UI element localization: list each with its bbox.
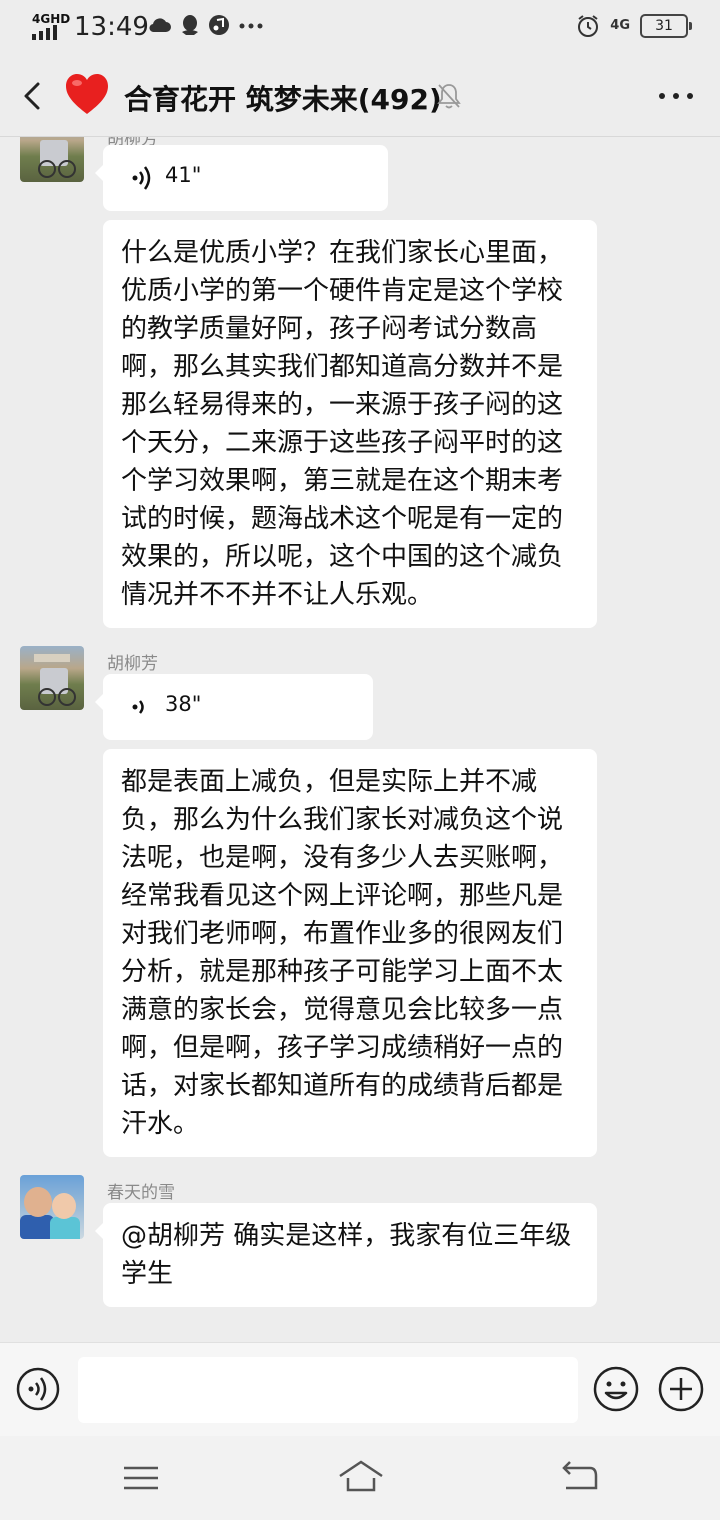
voice-message-bubble[interactable]: 38" <box>95 674 373 740</box>
more-options-button[interactable] <box>656 84 696 108</box>
qq-icon <box>182 15 198 35</box>
sender-name: 胡柳芳 <box>107 654 158 674</box>
emoji-icon[interactable] <box>592 1365 640 1413</box>
heart-icon <box>66 74 108 114</box>
voice-duration: 38" <box>165 692 202 716</box>
text-message-bubble[interactable]: @胡柳芳 确实是这样，我家有位三年级学生 <box>95 1203 597 1307</box>
voice-wave-icon <box>132 700 144 714</box>
chat-title: 合育花开 筑梦未来(492) <box>124 83 442 116</box>
cellular-signal-icon: 4GHD <box>30 12 71 40</box>
status-time: 13:49 <box>74 12 149 42</box>
voice-duration: 41" <box>165 163 202 187</box>
alarm-clock-icon <box>578 15 599 37</box>
avatar[interactable] <box>20 646 84 710</box>
battery-level: 31 <box>655 18 673 34</box>
voice-message-bubble[interactable]: 41" <box>95 145 388 211</box>
cloud-icon <box>149 18 171 33</box>
status-bar: 4GHD 13:49 4G 31 <box>0 0 720 56</box>
voice-wave-icon <box>132 166 151 190</box>
text-message-bubble[interactable]: 什么是优质小学？在我们家长心里面，优质小学的第一个硬件肯定是这个学校的教学质量好… <box>103 220 597 628</box>
network-4g-label: 4G <box>610 18 630 33</box>
battery-icon: 31 <box>640 14 692 38</box>
avatar[interactable] <box>20 1175 84 1239</box>
chat-message-list[interactable]: 胡柳芳 41" 什么是优质小学？在我们家长心里面，优质小学的第一个硬件肯定是这个… <box>0 137 720 1342</box>
message-text: 都是表面上减负，但是实际上并不减负，那么为什么我们家长对减负这个说法呢，也是啊，… <box>121 767 564 1139</box>
input-bar <box>0 1342 720 1437</box>
back-nav-icon[interactable] <box>558 1458 600 1496</box>
menu-icon[interactable] <box>120 1460 162 1496</box>
message-text: 什么是优质小学？在我们家长心里面，优质小学的第一个硬件肯定是这个学校的教学质量好… <box>121 238 564 610</box>
avatar[interactable] <box>20 137 84 182</box>
voice-input-toggle-icon[interactable] <box>16 1367 60 1411</box>
network-type-label: 4GHD <box>32 12 71 26</box>
status-right: 4G 31 <box>576 14 692 38</box>
message-input[interactable] <box>78 1357 578 1423</box>
mute-bell-icon <box>437 84 461 109</box>
system-navigation-bar <box>0 1436 720 1520</box>
sender-name: 春天的雪 <box>107 1183 175 1203</box>
notification-icons <box>148 14 264 36</box>
plus-icon[interactable] <box>657 1365 705 1413</box>
home-icon[interactable] <box>336 1456 386 1498</box>
back-arrow-icon[interactable] <box>16 76 52 116</box>
text-message-bubble[interactable]: 都是表面上减负，但是实际上并不减负，那么为什么我们家长对减负这个说法呢，也是啊，… <box>103 749 597 1157</box>
music-icon <box>209 15 229 35</box>
message-text: @胡柳芳 确实是这样，我家有位三年级学生 <box>121 1221 572 1289</box>
chat-header: 合育花开 筑梦未来(492) <box>0 56 720 137</box>
more-notifications-icon <box>239 23 263 29</box>
